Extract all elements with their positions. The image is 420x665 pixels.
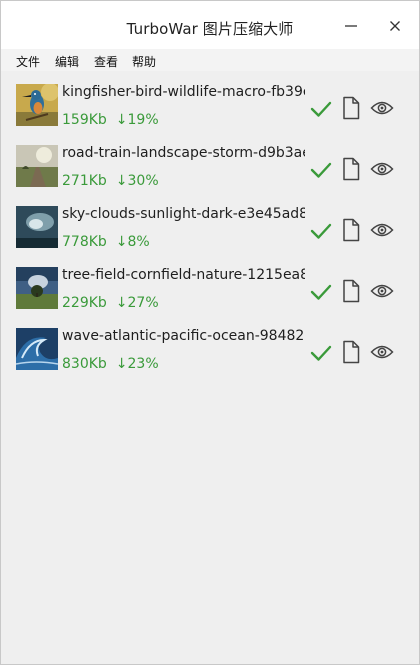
file-size: 778Kb (62, 234, 107, 250)
title-bar[interactable]: TurboWar 图片压缩大师 (1, 1, 419, 49)
file-stats: 830Kb ↓23% (62, 356, 159, 372)
eye-icon[interactable] (370, 283, 394, 299)
menu-bar: 文件 编辑 查看 帮助 (1, 49, 419, 71)
eye-icon[interactable] (370, 161, 394, 177)
close-icon (390, 21, 400, 31)
thumbnail-sky (16, 206, 58, 248)
check-icon (310, 159, 332, 181)
file-name: tree-field-cornfield-nature-1215ea81 (62, 267, 305, 283)
thumbnail-wave (16, 328, 58, 370)
file-icon[interactable] (341, 157, 361, 181)
file-row[interactable]: tree-field-cornfield-nature-1215ea81 229… (1, 259, 419, 317)
file-name: sky-clouds-sunlight-dark-e3e45ad8c (62, 206, 305, 222)
size-reduction: ↓8% (115, 234, 150, 250)
size-reduction: ↓23% (115, 356, 159, 372)
file-stats: 229Kb ↓27% (62, 295, 159, 311)
check-icon (310, 220, 332, 242)
file-row[interactable]: wave-atlantic-pacific-ocean-98482b8 830K… (1, 320, 419, 378)
file-icon[interactable] (341, 96, 361, 120)
file-row[interactable]: sky-clouds-sunlight-dark-e3e45ad8c 778Kb… (1, 198, 419, 256)
thumbnail-tree (16, 267, 58, 309)
file-size: 271Kb (62, 173, 107, 189)
menu-file[interactable]: 文件 (16, 53, 40, 70)
minimize-icon (345, 25, 357, 27)
file-row[interactable]: kingfisher-bird-wildlife-macro-fb39c 159… (1, 76, 419, 134)
menu-view[interactable]: 查看 (94, 53, 118, 70)
file-stats: 159Kb ↓19% (62, 112, 159, 128)
thumbnail-road (16, 145, 58, 187)
app-window: TurboWar 图片压缩大师 文件 编辑 查看 帮助 kingfisher-b… (0, 0, 420, 665)
file-size: 229Kb (62, 295, 107, 311)
check-icon (310, 342, 332, 364)
size-reduction: ↓30% (115, 173, 159, 189)
close-button[interactable] (382, 13, 408, 39)
menu-edit[interactable]: 编辑 (55, 53, 79, 70)
file-stats: 271Kb ↓30% (62, 173, 159, 189)
file-name: wave-atlantic-pacific-ocean-98482b8 (62, 328, 305, 344)
eye-icon[interactable] (370, 100, 394, 116)
file-stats: 778Kb ↓8% (62, 234, 150, 250)
check-icon (310, 98, 332, 120)
file-icon[interactable] (341, 218, 361, 242)
size-reduction: ↓27% (115, 295, 159, 311)
thumbnail-kingfisher (16, 84, 58, 126)
file-name: road-train-landscape-storm-d9b3ae7 (62, 145, 305, 161)
check-icon (310, 281, 332, 303)
file-icon[interactable] (341, 279, 361, 303)
file-icon[interactable] (341, 340, 361, 364)
eye-icon[interactable] (370, 344, 394, 360)
file-name: kingfisher-bird-wildlife-macro-fb39c (62, 84, 305, 100)
file-size: 830Kb (62, 356, 107, 372)
size-reduction: ↓19% (115, 112, 159, 128)
file-row[interactable]: road-train-landscape-storm-d9b3ae7 271Kb… (1, 137, 419, 195)
eye-icon[interactable] (370, 222, 394, 238)
menu-help[interactable]: 帮助 (132, 53, 156, 70)
file-size: 159Kb (62, 112, 107, 128)
minimize-button[interactable] (338, 13, 364, 39)
